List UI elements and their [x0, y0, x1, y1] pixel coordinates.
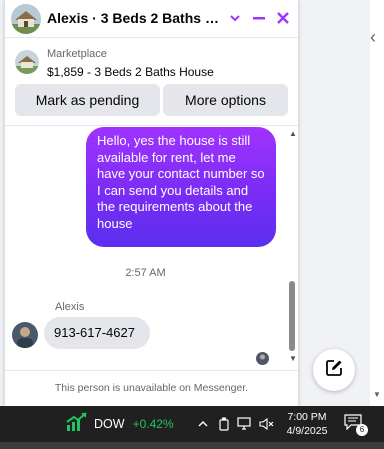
- scroll-down-arrow-icon[interactable]: ▼: [373, 390, 381, 399]
- house-avatar[interactable]: [11, 4, 41, 34]
- marketplace-listing: Marketplace $1,859 - 3 Beds 2 Baths Hous…: [5, 38, 298, 126]
- scroll-down-arrow-icon[interactable]: ▼: [289, 354, 297, 363]
- minimize-icon[interactable]: [249, 8, 269, 28]
- listing-title[interactable]: $1,859 - 3 Beds 2 Baths House: [47, 65, 214, 79]
- more-options-button[interactable]: More options: [163, 84, 288, 116]
- chat-window: Alexis · 3 Beds 2 Baths Ho... Marketplac…: [4, 0, 299, 406]
- clock-date: 4/9/2025: [286, 425, 328, 437]
- notification-count-badge: 6: [356, 424, 368, 436]
- chevron-down-icon[interactable]: [225, 8, 245, 28]
- read-receipt-avatar: [256, 352, 269, 365]
- chevron-up-icon[interactable]: [196, 415, 210, 433]
- speaker-muted-icon[interactable]: [258, 415, 276, 433]
- avatar[interactable]: [12, 322, 38, 348]
- new-message-button[interactable]: [313, 349, 355, 391]
- stock-change: +0.42%: [132, 417, 174, 431]
- message-list[interactable]: Hello, yes the house is still available …: [5, 127, 298, 367]
- clock-time: 7:00 PM: [287, 411, 327, 423]
- stock-name: DOW: [94, 417, 125, 431]
- incoming-message[interactable]: 913-617-4627: [44, 317, 150, 349]
- scrollbar-thumb[interactable]: [289, 281, 295, 351]
- system-clock[interactable]: 7:00 PM 4/9/2025: [283, 410, 331, 438]
- close-icon[interactable]: [273, 8, 293, 28]
- side-panel-edge: [370, 0, 384, 406]
- message-timestamp: 2:57 AM: [125, 267, 166, 279]
- network-icon[interactable]: [236, 415, 254, 433]
- screen-bottom-edge: [0, 442, 384, 449]
- chevron-left-icon[interactable]: ‹: [370, 24, 384, 50]
- device-icon[interactable]: [216, 415, 232, 433]
- conversation-title[interactable]: Alexis · 3 Beds 2 Baths Ho...: [47, 10, 225, 26]
- stock-chart-icon: [66, 411, 88, 437]
- notification-center-button[interactable]: 6: [344, 414, 368, 436]
- listing-source-label: Marketplace: [47, 48, 107, 60]
- taskbar: DOW +0.42% 7:00 PM 4/9/2025 6: [0, 406, 384, 442]
- message-scrollbar[interactable]: ▲ ▼: [286, 127, 298, 367]
- chat-footer: This person is unavailable on Messenger.: [5, 370, 298, 406]
- chat-header: Alexis · 3 Beds 2 Baths Ho...: [5, 0, 298, 38]
- scroll-up-arrow-icon[interactable]: ▲: [289, 129, 297, 138]
- mark-as-pending-button[interactable]: Mark as pending: [15, 84, 160, 116]
- compose-icon: [325, 359, 343, 382]
- listing-thumbnail: [15, 50, 39, 74]
- stock-widget[interactable]: DOW +0.42%: [66, 411, 174, 437]
- unavailable-notice: This person is unavailable on Messenger.: [54, 382, 249, 394]
- outgoing-message[interactable]: Hello, yes the house is still available …: [86, 127, 276, 247]
- sender-name: Alexis: [55, 301, 85, 313]
